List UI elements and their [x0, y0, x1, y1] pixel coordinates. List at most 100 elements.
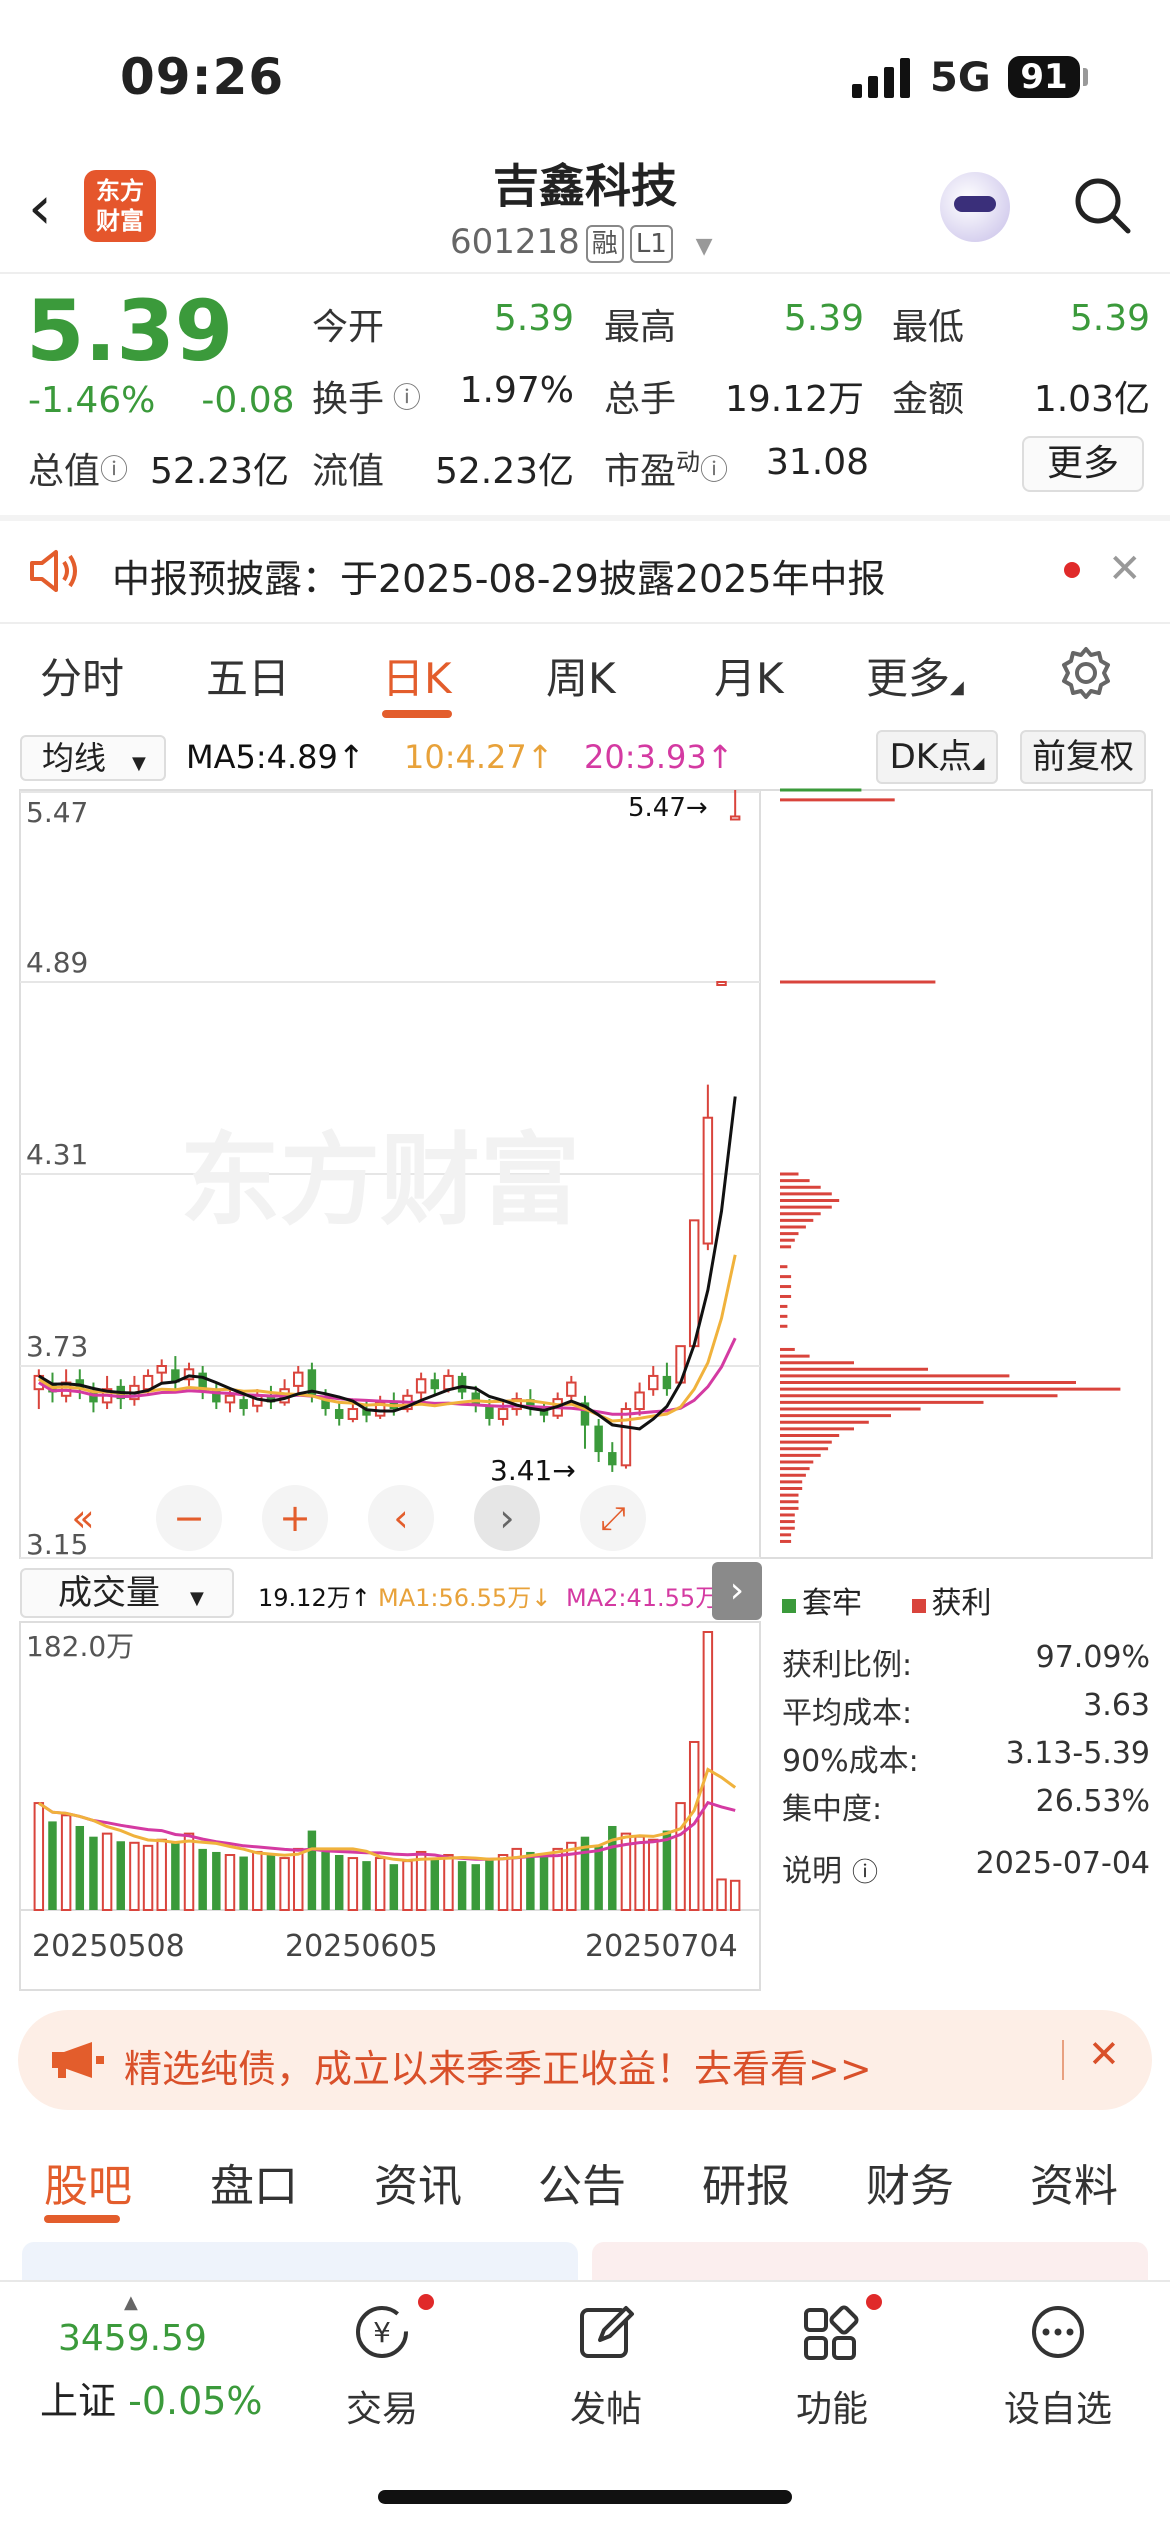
chip-note-label: 说明 [782, 1854, 842, 1889]
chevron-down-icon: ▼ [695, 234, 713, 259]
mktcap-label[interactable]: 总值ⓘ [28, 442, 128, 494]
info-icon: ⓘ [384, 381, 421, 414]
volume-bar [142, 1844, 154, 1912]
kline-chart[interactable]: 东方财富 5.474.894.313.733.155.47→3.41→182.0… [0, 730, 1170, 2000]
watermark-text: 东方财富 [180, 1122, 580, 1239]
index-value[interactable]: 3459.59 [58, 2318, 207, 2359]
volume-bar [183, 1832, 195, 1911]
volume-bar [485, 1858, 494, 1910]
vol-value: 19.12万↑ [258, 1584, 371, 1612]
price-change: -1.46% -0.08 [28, 380, 295, 421]
tab-finance[interactable]: 财务 [866, 2150, 954, 2214]
trade-icon[interactable]: ¥ [350, 2300, 414, 2364]
tab-weekly-k[interactable]: 周K [546, 645, 616, 706]
chip-distribution [780, 788, 1121, 1543]
volume-bar [347, 1857, 359, 1911]
tab-forum[interactable]: 股吧 [44, 2150, 132, 2214]
tab-profile[interactable]: 资料 [1030, 2150, 1118, 2214]
volume-bar [443, 1854, 454, 1911]
candle-body [142, 1374, 154, 1391]
volume-bar [48, 1821, 57, 1910]
volume-bar [116, 1841, 125, 1910]
chip-note[interactable]: 说明 ⓘ [782, 1846, 878, 1890]
float-value: 52.23亿 [434, 451, 574, 492]
trap-swatch [782, 1599, 796, 1613]
volume-bar [266, 1855, 276, 1910]
assistant-avatar-icon[interactable] [940, 172, 1010, 242]
profit-ratio-value: 97.09% [1035, 1640, 1150, 1675]
volume-bar [224, 1854, 236, 1911]
promo-banner[interactable]: 精选纯债，成立以来季季正收益！去看看>> ✕ [18, 2010, 1152, 2110]
tab-five-day[interactable]: 五日 [206, 645, 290, 706]
concentration-value: 26.53% [1035, 1784, 1150, 1819]
high-value: 5.39 [783, 298, 864, 339]
volume-bar [430, 1858, 440, 1910]
next-button[interactable]: › [474, 1485, 540, 1551]
nav-trade[interactable]: 交易 [302, 2380, 462, 2432]
tab-more[interactable]: 更多◢ [866, 645, 964, 706]
profit-legend: 获利 [931, 1586, 992, 1621]
volume-bar [33, 1802, 45, 1911]
search-icon[interactable] [1072, 175, 1132, 235]
volume-bar [716, 1878, 727, 1912]
divider [0, 622, 1170, 624]
nav-function[interactable]: 功能 [752, 2380, 912, 2432]
volume-bar [457, 1861, 467, 1910]
corner-arrow-icon: ◢ [950, 677, 964, 698]
close-icon[interactable]: ✕ [1088, 2032, 1120, 2076]
candle-body [443, 1374, 454, 1391]
volume-bar [594, 1845, 603, 1910]
watermark: 东方财富 [180, 1122, 580, 1239]
tab-intraday[interactable]: 分时 [40, 645, 124, 706]
notice-bar[interactable]: 中报预披露：于2025-08-29披露2025年中报 ✕ [0, 518, 1170, 622]
banner-divider [1062, 2040, 1064, 2080]
volume-bars [33, 1631, 741, 1912]
volume-bar [89, 1836, 98, 1910]
tab-announcements[interactable]: 公告 [538, 2150, 626, 2214]
stock-code-row[interactable]: 601218 融 L1 ▼ [450, 222, 713, 263]
post-icon[interactable] [574, 2300, 638, 2364]
expand-panel-button[interactable]: › [712, 1562, 762, 1620]
volume-bar [497, 1854, 509, 1911]
close-icon[interactable]: ✕ [1108, 546, 1142, 592]
volume-select[interactable]: 成交量 ▼ [20, 1568, 234, 1618]
zoom-in-button[interactable]: + [262, 1485, 328, 1551]
fullscreen-icon[interactable]: ⤢ [580, 1485, 646, 1551]
volume-bar [662, 1830, 672, 1910]
tab-news[interactable]: 资讯 [374, 2150, 462, 2214]
high-label: 最高 [604, 307, 677, 348]
volume-max-label: 182.0万 [26, 1630, 134, 1663]
more-quote-button[interactable]: 更多 [1022, 436, 1144, 492]
notice-text: 中报预披露：于2025-08-29披露2025年中报 [112, 557, 886, 601]
volume-value: 19.12万 [724, 379, 864, 420]
candle-body [566, 1381, 577, 1397]
speaker-icon [30, 550, 77, 592]
prev-button[interactable]: ‹ [368, 1485, 434, 1551]
volume-bar [334, 1855, 344, 1910]
banner-text: 精选纯债，成立以来季季正收益！去看看>> [124, 2047, 872, 2091]
change-abs: -0.08 [201, 380, 295, 421]
more-dots-icon[interactable] [1026, 2300, 1090, 2364]
candle-body [293, 1371, 304, 1387]
y-tick-label: 4.31 [26, 1138, 88, 1171]
turnover-label[interactable]: 换手 ⓘ [312, 370, 421, 422]
index-change[interactable]: 上证 -0.05% [40, 2370, 263, 2425]
tab-monthly-k[interactable]: 月K [714, 645, 784, 706]
function-grid-icon[interactable] [800, 2300, 864, 2364]
tab-research[interactable]: 研报 [702, 2150, 790, 2214]
turnover-label-text: 换手 [312, 379, 385, 420]
profit-ratio-label: 获利比例: [782, 1648, 913, 1683]
home-indicator [378, 2490, 792, 2504]
tab-daily-k[interactable]: 日K [382, 645, 452, 706]
nav-watchlist[interactable]: 设自选 [978, 2380, 1138, 2432]
volume-bar [293, 1847, 304, 1912]
rewind-icon[interactable]: « [50, 1485, 116, 1551]
open-label: 今开 [312, 307, 385, 348]
pe-label[interactable]: 市盈动ⓘ [604, 442, 728, 494]
nav-post[interactable]: 发帖 [526, 2380, 686, 2432]
amount-value: 1.03亿 [1033, 379, 1150, 420]
tab-orderbook[interactable]: 盘口 [210, 2150, 298, 2214]
zoom-out-button[interactable]: − [156, 1485, 222, 1551]
volume-bar [60, 1814, 72, 1912]
settings-gear-icon[interactable] [1058, 645, 1114, 701]
